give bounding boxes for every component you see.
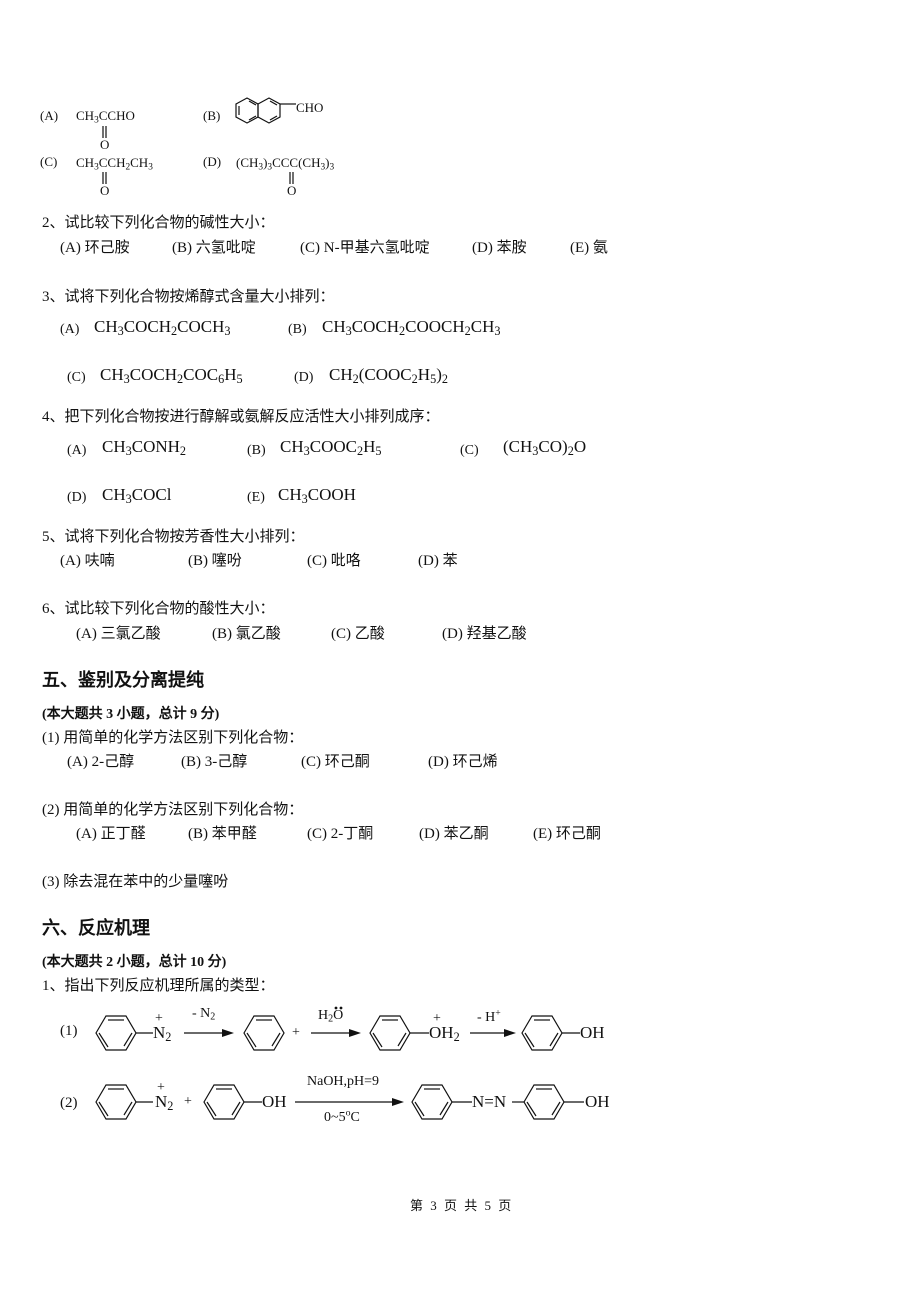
q4-option-b-formula: CH3COOC2H5	[280, 437, 382, 459]
rxn2-diazonium: N2	[155, 1092, 174, 1114]
rxn2-label: (2)	[60, 1095, 78, 1111]
section-5-p2-option: (B) 苯甲醛	[188, 826, 257, 842]
q1-option-d-oxygen: O	[287, 183, 297, 198]
rxn1-step3-reagent: - H+	[477, 1007, 501, 1025]
q3-option-b-label: (B)	[288, 322, 307, 337]
q4-option-e-formula: CH3COOH	[278, 485, 356, 507]
q4-option-a-label: (A)	[67, 443, 87, 458]
q5-option: (D) 苯	[418, 553, 458, 569]
page-number: 第 3 页 共 5 页	[410, 1198, 514, 1213]
rxn2-condition-top: NaOH,pH=9	[307, 1074, 380, 1089]
q3-option-a-formula: CH3COCH2COCH3	[94, 317, 231, 339]
q1-option-c-oxygen: O	[100, 183, 110, 198]
q4-title: 4、把下列化合物按进行醇解或氨解反应活性大小排列成序：	[42, 409, 440, 425]
rxn1-product-oh: OH	[580, 1023, 605, 1042]
q1-option-c-formula: CH3CCH2CH3	[76, 155, 153, 173]
q4-option-d-formula: CH3COCl	[102, 485, 172, 507]
section-5-p2-option: (E) 环己酮	[533, 826, 601, 842]
q5-option: (C) 吡咯	[307, 553, 361, 569]
rxn1-oxonium: OH2	[429, 1023, 460, 1045]
q3-option-c-formula: CH3COCH2COC6H5	[100, 365, 243, 387]
section-5-p2-option: (C) 2-丁酮	[307, 826, 374, 842]
q5-option: (B) 噻吩	[188, 553, 242, 569]
q1-option-b-label: (B)	[203, 108, 221, 123]
q5-title: 5、试将下列化合物按芳香性大小排列：	[42, 529, 305, 545]
q4-option-c-label: (C)	[460, 443, 479, 458]
q2-option: (B) 六氢吡啶	[172, 240, 256, 256]
rxn1-diazonium: N2	[153, 1023, 172, 1045]
q6-option: (D) 羟基乙酸	[442, 626, 527, 642]
rxn2-phenol-oh: OH	[262, 1092, 287, 1111]
q4-option-b-label: (B)	[247, 443, 266, 458]
q1-option-a-label: (A)	[40, 108, 59, 123]
section-5-p2-option: (D) 苯乙酮	[419, 826, 489, 842]
rxn2-condition-bottom: 0~5oC	[324, 1107, 360, 1125]
section-5-p2-option: (A) 正丁醛	[76, 826, 146, 842]
rxn1-step1-reagent: - N2	[192, 1006, 216, 1023]
section-5-p1-option: (D) 环己烯	[428, 754, 498, 770]
q2-option: (C) N-甲基六氢吡啶	[300, 240, 430, 256]
q3-option-d-formula: CH2(COOC2H5)2	[329, 365, 448, 387]
q3-option-c-label: (C)	[67, 370, 86, 385]
q1-option-c-label: (C)	[40, 154, 58, 169]
q5-option: (A) 呋喃	[60, 553, 115, 569]
section-5-p3-title: (3) 除去混在苯中的少量噻吩	[42, 874, 229, 890]
rxn1-plus-sign: +	[292, 1025, 300, 1040]
section-5-p2-title: (2) 用简单的化学方法区别下列化合物：	[42, 802, 304, 818]
q3-option-d-label: (D)	[294, 370, 314, 385]
section-6-subtitle: (本大题共 2 小题，总计 10 分)	[42, 955, 227, 970]
q1-option-a-formula: CH3CCHO	[76, 108, 135, 126]
section-6-heading: 六、反应机理	[42, 918, 150, 939]
q1-option-d-formula: (CH3)3CCC(CH3)3	[236, 155, 335, 173]
q4-option-d-label: (D)	[67, 490, 87, 505]
rxn2-azo-ring-2-icon	[512, 1084, 584, 1120]
q1-option-a-oxygen: O	[100, 137, 110, 152]
q6-option: (B) 氯乙酸	[212, 626, 281, 642]
q4-option-c-formula: (CH3CO)2O	[503, 437, 587, 459]
q2-option: (E) 氨	[570, 240, 608, 256]
rxn2-plus-sign: +	[184, 1094, 192, 1109]
q6-option: (A) 三氯乙酸	[76, 626, 161, 642]
section-5-p1-option: (A) 2-己醇	[67, 754, 135, 770]
q1-option-b-cho: CHO	[296, 100, 324, 115]
q3-option-b-formula: CH3COCH2COOCH2CH3	[322, 317, 501, 339]
q6-title: 6、试比较下列化合物的酸性大小：	[42, 601, 275, 617]
rxn1-step2-reagent: H2O	[318, 1008, 344, 1025]
q3-title: 3、试将下列化合物按烯醇式含量大小排列：	[42, 289, 335, 305]
rxn2-azo-group: N=N	[472, 1092, 507, 1111]
section-5-subtitle: (本大题共 3 小题，总计 9 分)	[42, 707, 220, 722]
q4-option-e-label: (E)	[247, 490, 265, 505]
section-5-heading: 五、鉴别及分离提纯	[42, 670, 204, 691]
section-5-p1-option: (B) 3-己醇	[181, 754, 248, 770]
section-5-p1-title: (1) 用简单的化学方法区别下列化合物：	[42, 730, 304, 746]
section-5-p1-option: (C) 环己酮	[301, 754, 370, 770]
q6-option: (C) 乙酸	[331, 626, 385, 642]
rxn1-label: (1)	[60, 1023, 78, 1039]
q2-option: (D) 苯胺	[472, 240, 527, 256]
q1-option-d-label: (D)	[203, 154, 222, 169]
q4-option-a-formula: CH3CONH2	[102, 437, 187, 459]
q2-option: (A) 环己胺	[60, 240, 130, 256]
q3-option-a-label: (A)	[60, 322, 80, 337]
rxn2-product-oh: OH	[585, 1092, 610, 1111]
section-6-p1-title: 1、指出下列反应机理所属的类型：	[42, 978, 275, 994]
q2-title: 2、试比较下列化合物的碱性大小：	[42, 215, 275, 231]
